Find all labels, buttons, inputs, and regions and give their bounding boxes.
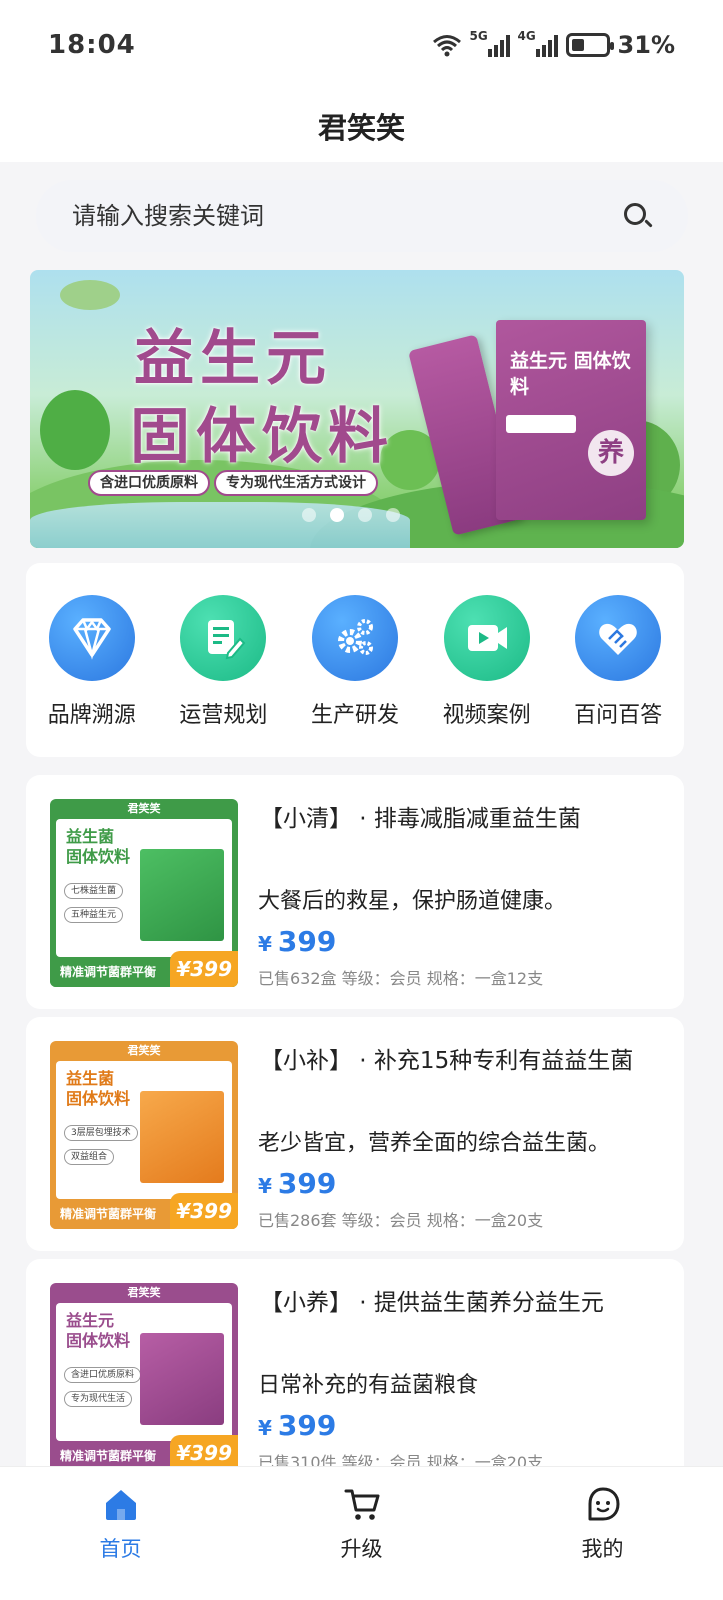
thumb-chip: 七株益生菌 [64,883,124,899]
tab-label: 首页 [99,1537,142,1561]
signal-4g-icon: 4G [518,29,558,57]
quick-item-operation-plan[interactable]: 运营规划 [163,595,283,729]
product-title: 【小补】 · 补充15种专利有益益生菌 [260,1048,634,1074]
wifi-icon [432,35,461,57]
quick-item-label: 运营规划 [179,703,268,728]
handshake-heart-icon [575,595,662,681]
product-thumbnail[interactable]: 君笑笑 益生菌 固体饮料 3层层包埋技术 双益组合 精准调节菌群平衡 ¥399 [50,1041,238,1229]
thumb-brand: 君笑笑 [127,1044,161,1057]
search-bar[interactable] [36,180,688,252]
quick-item-label: 品牌溯源 [47,703,136,728]
banner-tag: 专为现代生活方式设计 [214,470,378,496]
price-value: 399 [277,1409,337,1442]
product-thumbnail[interactable]: 君笑笑 益生菌 固体饮料 七株益生菌 五种益生元 精准调节菌群平衡 ¥399 [50,799,238,987]
document-edit-icon [180,595,267,681]
bottom-tab-bar: 首页 升级 我的 [0,1466,723,1600]
price-value: 399 [277,1167,337,1200]
thumb-title: 益生元 固体饮料 [66,1311,131,1350]
thumb-price-tag: ¥399 [170,951,238,987]
carousel-dot[interactable] [302,508,316,522]
product-price: ¥399 [258,1167,336,1200]
product-description: 日常补充的有益菌粮食 [258,1373,479,1398]
thumb-title: 益生菌 固体饮料 [66,1069,131,1108]
product-card[interactable]: 君笑笑 益生菌 固体饮料 七株益生菌 五种益生元 精准调节菌群平衡 ¥399 【… [26,775,684,1009]
thumb-price-tag: ¥399 [170,1193,238,1229]
search-icon[interactable] [622,201,653,231]
thumb-chip: 3层层包埋技术 [64,1125,138,1141]
thumb-title: 益生菌 固体饮料 [66,827,131,866]
product-price: ¥399 [258,1409,336,1442]
price-currency: ¥ [258,1416,272,1440]
package-seal: 养 [588,430,634,476]
cart-icon [344,1489,379,1520]
product-meta: 已售286套 等级：会员 规格：一盒20支 [258,1211,544,1230]
product-meta: 已售632盒 等级：会员 规格：一盒12支 [258,969,544,988]
product-card[interactable]: 君笑笑 益生菌 固体饮料 3层层包埋技术 双益组合 精准调节菌群平衡 ¥399 … [26,1017,684,1251]
tab-home[interactable]: 首页 [61,1485,181,1563]
status-bar: 18:04 5G 4G 31% [0,0,723,90]
thumb-chip: 双益组合 [64,1149,115,1165]
network-4g-label: 4G [517,29,536,43]
search-input[interactable] [72,202,622,230]
network-5g-label: 5G [469,29,488,43]
quick-menu: 品牌溯源 运营规划 生产研发 视频案例 百问百答 [26,563,684,757]
promo-banner[interactable]: 益生元 固体饮料 含进口优质原料 专为现代生活方式设计 益生元 固体饮料 养 [30,270,684,548]
carousel-dot[interactable] [358,508,372,522]
thumb-chip: 专为现代生活 [64,1391,133,1407]
carousel-dots[interactable] [302,508,400,522]
price-value: 399 [277,925,337,958]
tab-mine[interactable]: 我的 [543,1485,663,1563]
product-thumbnail[interactable]: 君笑笑 益生元 固体饮料 含进口优质原料 专为现代生活 精准调节菌群平衡 ¥39… [50,1283,238,1471]
profile-face-icon [588,1487,619,1521]
thumb-chip: 含进口优质原料 [64,1367,142,1383]
product-card[interactable]: 君笑笑 益生元 固体饮料 含进口优质原料 专为现代生活 精准调节菌群平衡 ¥39… [26,1259,684,1493]
product-description: 老少皆宜，营养全面的综合益生菌。 [258,1131,611,1156]
video-icon [443,595,530,681]
product-box-image [140,1333,224,1425]
tab-upgrade[interactable]: 升级 [302,1485,422,1563]
home-icon [105,1490,136,1520]
quick-item-label: 百问百答 [574,703,663,728]
banner-title-line2: 固体饮料 [130,402,394,472]
carousel-dot[interactable] [386,508,400,522]
price-currency: ¥ [258,932,272,956]
quick-item-label: 视频案例 [442,703,531,728]
thumb-brand: 君笑笑 [127,1286,161,1299]
product-title: 【小清】 · 排毒减脂减重益生菌 [260,806,581,832]
page-title: 君笑笑 [317,111,405,145]
product-box-image [140,1091,224,1183]
quick-item-brand-origin[interactable]: 品牌溯源 [32,595,152,729]
banner-leaves [60,280,120,310]
header: 君笑笑 [0,90,723,162]
thumb-chip: 五种益生元 [64,907,124,923]
banner-title-line1: 益生元 [134,324,332,394]
product-description: 大餐后的救星，保护肠道健康。 [258,889,567,914]
quick-item-production-rd[interactable]: 生产研发 [295,595,415,729]
product-title: 【小养】 · 提供益生菌养分益生元 [260,1290,604,1316]
quick-item-label: 生产研发 [310,703,399,728]
quick-item-video-cases[interactable]: 视频案例 [427,595,547,729]
banner-tag: 含进口优质原料 [88,470,210,496]
signal-5g-icon: 5G [470,29,510,57]
package-text: 益生元 固体饮料 [510,350,631,398]
battery-icon [565,33,614,57]
thumb-brand: 君笑笑 [127,802,161,815]
product-box-image: 益生元 固体饮料 养 [496,320,646,520]
battery-percent: 31% [617,31,675,59]
status-time: 18:04 [48,30,136,60]
product-price: ¥399 [258,925,336,958]
quick-item-faq[interactable]: 百问百答 [558,595,678,729]
banner-tree [40,390,110,470]
tab-label: 我的 [581,1537,624,1561]
diamond-icon [48,595,135,681]
carousel-dot-active[interactable] [330,508,344,522]
product-box-image [140,849,224,941]
tab-label: 升级 [340,1537,383,1561]
gears-icon [311,595,398,681]
price-currency: ¥ [258,1174,272,1198]
status-icons: 5G 4G 31% [432,29,675,59]
